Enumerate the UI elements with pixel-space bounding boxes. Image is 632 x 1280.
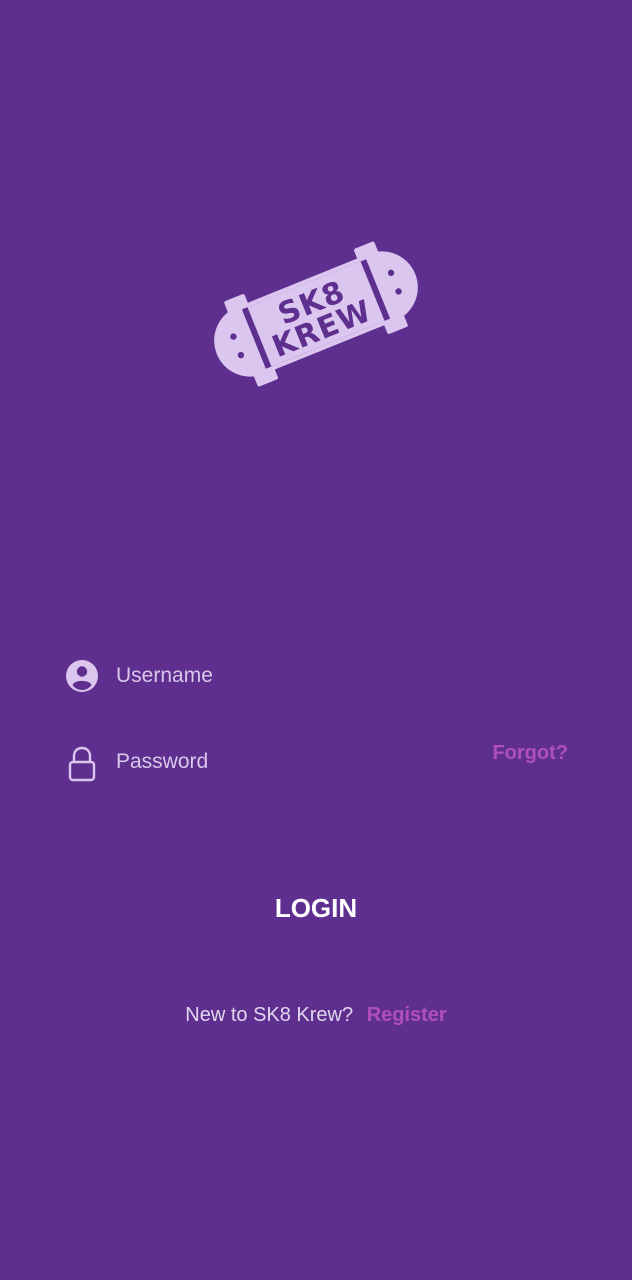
lock-icon — [60, 742, 104, 786]
password-row: Forgot? — [60, 738, 580, 786]
register-link[interactable]: Register — [367, 1004, 447, 1026]
username-input[interactable] — [114, 656, 418, 696]
register-prompt-text: New to SK8 Krew? — [185, 1004, 354, 1026]
skateboard-logo-icon: SK8 KREW — [214, 241, 418, 387]
forgot-password-link[interactable]: Forgot? — [492, 742, 568, 765]
password-input[interactable] — [114, 742, 418, 782]
app-logo: SK8 KREW — [205, 236, 427, 392]
login-button[interactable]: LOGIN — [196, 880, 436, 936]
register-prompt: New to SK8 Krew? Register — [0, 1004, 632, 1027]
account-circle-icon — [60, 656, 104, 700]
username-row — [60, 652, 580, 700]
